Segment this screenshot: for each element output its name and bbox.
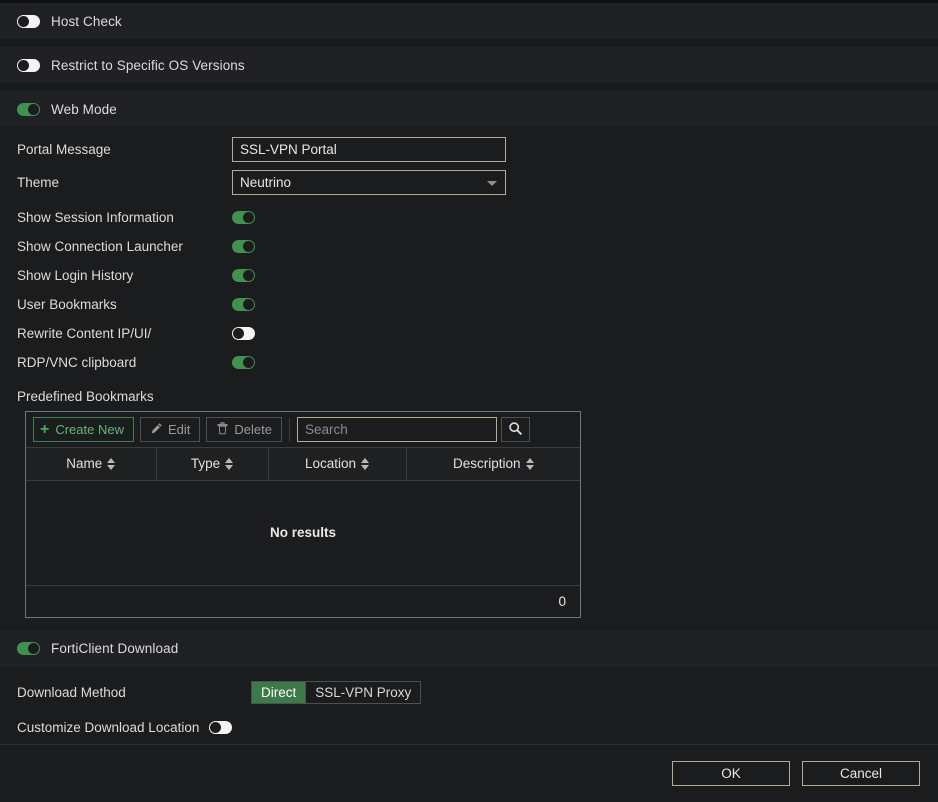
search-icon <box>508 421 523 439</box>
bookmarks-toolbar: + Create New Edit Delete <box>26 412 580 448</box>
toggle-customize-download-location[interactable] <box>209 720 233 734</box>
band-gap-2 <box>0 83 938 91</box>
label-rewrite-content: Rewrite Content IP/UI/ <box>17 326 152 341</box>
section-label-web-mode: Web Mode <box>51 101 117 117</box>
label-theme: Theme <box>17 175 60 190</box>
segment-ssl-vpn-proxy[interactable]: SSL-VPN Proxy <box>306 681 421 703</box>
row-show-connection-launcher: Show Connection Launcher <box>0 232 938 261</box>
toggle-knob <box>243 270 254 281</box>
bookmarks-footer-count: 0 <box>26 585 580 617</box>
toggle-user-bookmarks[interactable] <box>232 298 255 311</box>
row-portal-message: Portal Message <box>0 135 938 164</box>
create-new-button[interactable]: + Create New <box>33 417 134 442</box>
column-header-type[interactable]: Type <box>156 448 269 481</box>
plus-icon: + <box>40 420 50 438</box>
toggle-knob <box>18 59 29 71</box>
search-button[interactable] <box>500 417 530 442</box>
column-label: Location <box>304 456 357 472</box>
ok-button[interactable]: OK <box>672 761 790 786</box>
column-label: Description <box>452 456 521 472</box>
label-portal-message: Portal Message <box>17 142 111 157</box>
column-header-location[interactable]: Location <box>268 448 407 481</box>
web-mode-body: Portal Message Theme Show Session Inform… <box>0 127 938 631</box>
row-show-session-information: Show Session Information <box>0 203 938 232</box>
column-label: Name <box>66 456 103 472</box>
row-download-method: Download Method Direct SSL-VPN Proxy <box>0 678 938 707</box>
bookmarks-table: Name Type Location Description <box>26 448 580 481</box>
settings-dialog: Host Check Restrict to Specific OS Versi… <box>0 0 938 802</box>
band-gap-1 <box>0 39 938 47</box>
label-show-connection-launcher: Show Connection Launcher <box>17 239 183 254</box>
search-input[interactable] <box>296 417 497 442</box>
cancel-button[interactable]: Cancel <box>802 761 920 786</box>
segment-direct[interactable]: Direct <box>252 681 307 703</box>
toggle-knob <box>243 241 254 252</box>
download-method-segmented-control: Direct SSL-VPN Proxy <box>251 680 422 704</box>
bookmarks-empty-message: No results <box>26 480 580 586</box>
toolbar-divider <box>288 417 290 442</box>
sort-icon[interactable] <box>525 457 534 470</box>
column-header-name[interactable]: Name <box>26 448 157 481</box>
toggle-show-connection-launcher[interactable] <box>232 240 255 253</box>
predefined-bookmarks-panel: + Create New Edit Delete Search Name Typ… <box>25 411 581 618</box>
predefined-bookmarks-title: Predefined Bookmarks <box>17 389 154 404</box>
toggle-knob <box>243 357 254 368</box>
section-label-restrict-os: Restrict to Specific OS Versions <box>51 57 245 73</box>
row-rewrite-content: Rewrite Content IP/UI/ <box>0 319 938 348</box>
label-show-login-history: Show Login History <box>17 268 134 283</box>
toggle-forticlient-download[interactable] <box>17 642 40 655</box>
section-label-forticlient-download: FortiClient Download <box>51 641 179 656</box>
label-download-method: Download Method <box>17 684 126 700</box>
section-header-restrict-os[interactable]: Restrict to Specific OS Versions <box>0 47 938 83</box>
column-label: Type <box>190 456 221 472</box>
toggle-knob <box>233 328 244 339</box>
edit-label: Edit <box>167 422 191 437</box>
toggle-knob <box>28 103 39 115</box>
trash-icon <box>216 421 229 438</box>
label-show-session-information: Show Session Information <box>17 210 174 225</box>
row-rdp-vnc-clipboard: RDP/VNC clipboard <box>0 348 938 377</box>
bookmarks-table-head: Name Type Location Description <box>26 448 580 481</box>
toggle-show-session-information[interactable] <box>232 211 255 224</box>
delete-button[interactable]: Delete <box>206 417 282 442</box>
dialog-footer: OK Cancel <box>0 744 938 802</box>
section-header-forticlient-download[interactable]: FortiClient Download <box>0 630 938 667</box>
row-show-login-history: Show Login History <box>0 261 938 290</box>
spacer-below-bookmarks <box>0 618 938 631</box>
toggle-rdp-vnc-clipboard[interactable] <box>232 356 255 369</box>
section-header-host-check[interactable]: Host Check <box>0 3 938 39</box>
sort-icon[interactable] <box>225 457 234 470</box>
row-theme: Theme <box>0 168 938 197</box>
section-label-host-check: Host Check <box>51 13 122 29</box>
portal-message-input[interactable] <box>232 137 506 162</box>
toggle-knob <box>243 212 254 223</box>
sort-icon[interactable] <box>107 457 116 470</box>
search-area <box>296 417 530 442</box>
row-customize-download-location: Customize Download Location <box>0 713 938 742</box>
theme-select-wrapper <box>232 170 506 195</box>
toggle-knob <box>210 721 222 733</box>
toggle-web-mode[interactable] <box>17 102 40 116</box>
edit-button[interactable]: Edit <box>139 417 201 442</box>
label-user-bookmarks: User Bookmarks <box>17 297 117 312</box>
delete-label: Delete <box>234 422 272 437</box>
toggle-host-check[interactable] <box>17 14 40 28</box>
toggle-knob <box>28 643 39 654</box>
toggle-rewrite-content[interactable] <box>232 327 255 340</box>
toggle-knob <box>243 299 254 310</box>
toggle-restrict-os[interactable] <box>17 58 40 72</box>
sort-icon[interactable] <box>361 457 370 470</box>
row-user-bookmarks: User Bookmarks <box>0 290 938 319</box>
forticlient-body: Download Method Direct SSL-VPN Proxy Cus… <box>0 666 938 742</box>
table-header-row: Name Type Location Description <box>26 448 580 481</box>
toggle-show-login-history[interactable] <box>232 269 255 282</box>
label-rdp-vnc-clipboard: RDP/VNC clipboard <box>17 355 137 370</box>
toggle-knob <box>18 15 29 27</box>
section-header-web-mode[interactable]: Web Mode <box>0 91 938 127</box>
theme-select[interactable] <box>232 170 506 195</box>
create-new-label: Create New <box>55 422 124 437</box>
label-customize-download-location: Customize Download Location <box>17 719 200 735</box>
column-header-description[interactable]: Description <box>406 448 580 481</box>
pencil-icon <box>150 422 163 438</box>
